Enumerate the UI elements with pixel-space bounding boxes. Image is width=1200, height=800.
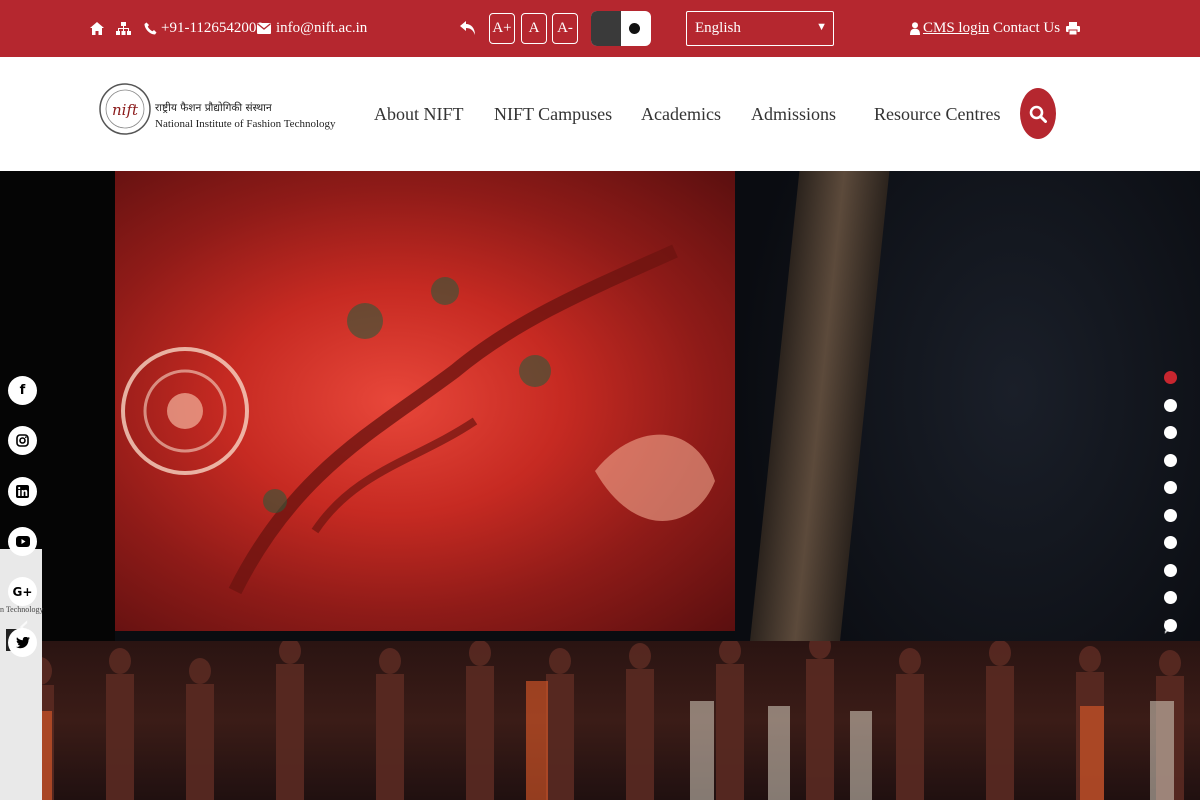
carousel-dot-4[interactable] [1164,453,1177,467]
font-normal-button[interactable]: A [521,13,547,44]
nav-nift-campuses[interactable]: NIFT Campuses [494,57,612,171]
carousel-dot-8[interactable] [1164,563,1177,577]
contrast-toggle[interactable] [591,11,651,46]
chevron-left-icon[interactable]: ‹ [18,609,30,644]
user-icon [910,22,920,35]
site-header: nift राष्ट्रीय फैशन प्रौद्योगिकी संस्थान… [0,57,1200,171]
font-increase-button[interactable]: A+ [489,13,515,44]
facebook-icon[interactable]: f [8,376,37,405]
mural-art [121,244,715,595]
search-icon [1029,105,1047,123]
language-selected: English [695,20,741,36]
carousel-dot-5[interactable] [1164,481,1177,494]
chevron-right-icon[interactable]: › [1162,609,1174,644]
models-silhouettes [26,633,1184,800]
search-button[interactable] [1020,88,1056,139]
nift-seal-icon: nift [99,83,151,135]
carousel-dot-9[interactable] [1164,591,1177,604]
carousel-dot-6[interactable] [1164,508,1177,522]
mail-icon [257,23,271,34]
print-icon[interactable] [1066,0,1080,57]
contrast-dark-half [591,11,621,46]
logo-mark: nift [112,101,139,119]
slide-image-backdrop [115,171,735,631]
instagram-icon[interactable] [8,426,37,455]
nift-logo[interactable]: nift राष्ट्रीय फैशन प्रौद्योगिकी संस्थान… [98,71,336,151]
contrast-knob [629,23,640,34]
nav-admissions[interactable]: Admissions [751,57,836,171]
sitemap-icon[interactable] [116,0,131,57]
phone-icon [144,22,157,35]
logo-hindi-text: राष्ट्रीय फैशन प्रौद्योगिकी संस्थान [155,102,272,114]
carousel-dot-2[interactable] [1164,398,1177,412]
font-decrease-button[interactable]: A- [552,13,578,44]
carousel-dot-1[interactable] [1164,371,1177,384]
youtube-icon[interactable] [8,527,37,556]
cms-login-link[interactable]: CMS login [910,0,989,57]
top-utility-bar: +91-1126542000 info@nift.ac.in A+ A A- E… [0,0,1200,57]
carousel-dot-3[interactable] [1164,426,1177,439]
slide-image-models-group [0,633,1200,800]
email-link[interactable]: info@nift.ac.in [257,0,367,57]
nav-resource-centres[interactable]: Resource Centres [874,57,1000,171]
carousel-dots [1164,371,1178,646]
phone-number: +91-1126542000 [161,20,264,36]
linkedin-icon[interactable] [8,477,37,506]
email-address: info@nift.ac.in [276,20,368,36]
carousel-dot-7[interactable] [1164,536,1177,549]
home-icon[interactable] [90,0,104,57]
hero-carousel[interactable]: n Technology PC f G+ ‹ › [0,171,1200,800]
nav-about-nift[interactable]: About NIFT [374,57,464,171]
chevron-down-icon: ▼ [816,21,827,33]
google-plus-icon[interactable]: G+ [8,577,37,606]
language-select[interactable]: English ▼ [686,11,834,46]
logo-english-text: National Institute of Fashion Technology [155,118,336,130]
back-icon[interactable] [460,0,477,57]
cms-login-label: CMS login [923,20,990,36]
nav-academics[interactable]: Academics [641,57,721,171]
phone-link[interactable]: +91-1126542000 [144,0,264,57]
contact-us-link[interactable]: Contact Us [993,0,1060,57]
